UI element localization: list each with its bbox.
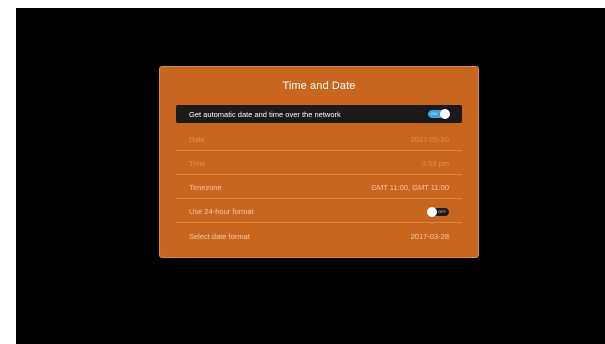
auto-date-time-toggle[interactable]: ON <box>428 109 450 119</box>
auto-date-time-label: Get automatic date and time over the net… <box>189 109 341 119</box>
date-format-row[interactable]: Select date format 2017-03-28 <box>176 225 462 247</box>
tv-screen: Time and Date Get automatic date and tim… <box>16 8 605 344</box>
time-label: Time <box>189 159 206 168</box>
timezone-row[interactable]: Timezone GMT 11:00, GMT 11:00 <box>176 177 462 199</box>
time-value: 3:58 pm <box>421 159 449 168</box>
timezone-value: GMT 11:00, GMT 11:00 <box>371 183 449 192</box>
toggle-knob <box>427 206 437 217</box>
date-label: Date <box>189 135 205 144</box>
date-value: 2017-05-20 <box>410 135 449 144</box>
toggle-on-text: ON <box>431 111 437 116</box>
use-24-hour-toggle[interactable]: OFF <box>427 206 449 217</box>
date-row: Date 2017-05-20 <box>176 129 462 151</box>
dialog-title: Time and Date <box>282 80 356 92</box>
use-24-hour-row[interactable]: Use 24-hour format OFF <box>176 201 462 223</box>
use-24-hour-label: Use 24-hour format <box>189 207 254 216</box>
date-format-value: 2017-03-28 <box>410 231 449 241</box>
time-row: Time 3:58 pm <box>176 153 462 175</box>
toggle-knob <box>440 109 450 119</box>
auto-date-time-row[interactable]: Get automatic date and time over the net… <box>176 105 462 123</box>
date-format-label: Select date format <box>189 231 250 241</box>
toggle-off-text: OFF <box>438 208 446 214</box>
timezone-label: Timezone <box>189 183 222 192</box>
time-and-date-dialog: Time and Date Get automatic date and tim… <box>159 66 479 258</box>
